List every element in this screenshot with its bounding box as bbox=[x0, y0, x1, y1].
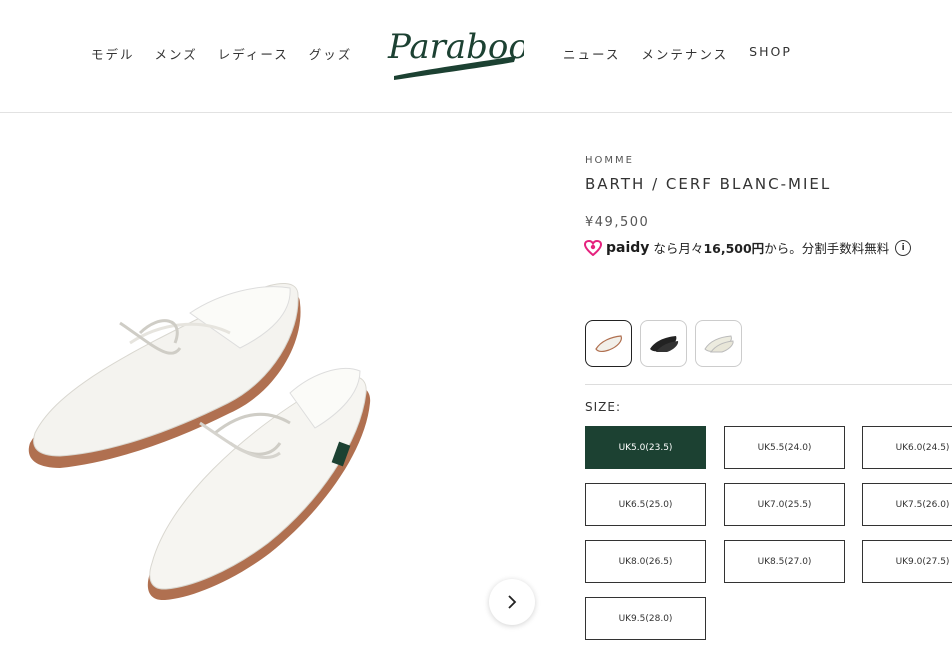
nav-right: ニュース メンテナンス SHOP bbox=[563, 44, 813, 63]
size-option[interactable]: UK5.0(23.5) bbox=[585, 426, 706, 469]
nav-item-news[interactable]: ニュース bbox=[563, 44, 620, 63]
nav-item-goods[interactable]: グッズ bbox=[309, 44, 353, 63]
nav-item-shop[interactable]: SHOP bbox=[749, 44, 792, 63]
logo-text: Paraboot bbox=[387, 27, 524, 67]
paidy-brand: paidy bbox=[606, 239, 650, 256]
next-image-button[interactable] bbox=[489, 579, 535, 625]
product-category: HOMME bbox=[585, 155, 634, 166]
site-header: モデル メンズ レディース グッズ Paraboot ニュース メンテナンス S… bbox=[0, 0, 952, 113]
paraboot-logo[interactable]: Paraboot bbox=[384, 16, 543, 84]
size-option[interactable]: UK9.0(27.5) bbox=[862, 540, 952, 583]
info-icon[interactable]: i bbox=[895, 239, 912, 256]
swatch-cream[interactable] bbox=[695, 320, 742, 367]
shoe-illustration bbox=[28, 282, 371, 601]
size-option[interactable]: UK8.0(26.5) bbox=[585, 540, 706, 583]
nav-left: モデル メンズ レディース グッズ bbox=[91, 44, 372, 63]
size-option[interactable]: UK7.5(26.0) bbox=[862, 483, 952, 526]
size-option[interactable]: UK6.5(25.0) bbox=[585, 483, 706, 526]
product-price: ¥49,500 bbox=[585, 215, 650, 230]
paidy-amount: 16,500円 bbox=[703, 241, 765, 256]
size-option[interactable]: UK6.0(24.5) bbox=[862, 426, 952, 469]
nav-item-maintenance[interactable]: メンテナンス bbox=[641, 44, 728, 63]
color-swatches bbox=[585, 320, 742, 367]
size-option[interactable]: UK8.5(27.0) bbox=[724, 540, 845, 583]
size-label: SIZE: bbox=[585, 400, 622, 414]
size-option[interactable]: UK7.0(25.5) bbox=[724, 483, 845, 526]
size-option[interactable]: UK5.5(24.0) bbox=[724, 426, 845, 469]
section-divider bbox=[585, 384, 952, 385]
paidy-prefix: なら月々 bbox=[653, 241, 704, 256]
product-title: BARTH / CERF BLANC-MIEL bbox=[585, 175, 832, 193]
swatch-white[interactable] bbox=[585, 320, 632, 367]
nav-item-mens[interactable]: メンズ bbox=[155, 44, 198, 63]
chevron-right-icon bbox=[508, 595, 517, 609]
product-image[interactable] bbox=[0, 113, 560, 649]
size-option[interactable]: UK9.5(28.0) bbox=[585, 597, 706, 640]
nav-item-ladies[interactable]: レディース bbox=[218, 44, 289, 63]
paidy-suffix: から。分割手数料無料 bbox=[764, 241, 890, 256]
paidy-heart-icon bbox=[584, 239, 602, 256]
paidy-installment: paidy なら月々 16,500円 から。分割手数料無料 i bbox=[584, 238, 912, 257]
nav-item-model[interactable]: モデル bbox=[91, 44, 135, 63]
swatch-black[interactable] bbox=[640, 320, 687, 367]
